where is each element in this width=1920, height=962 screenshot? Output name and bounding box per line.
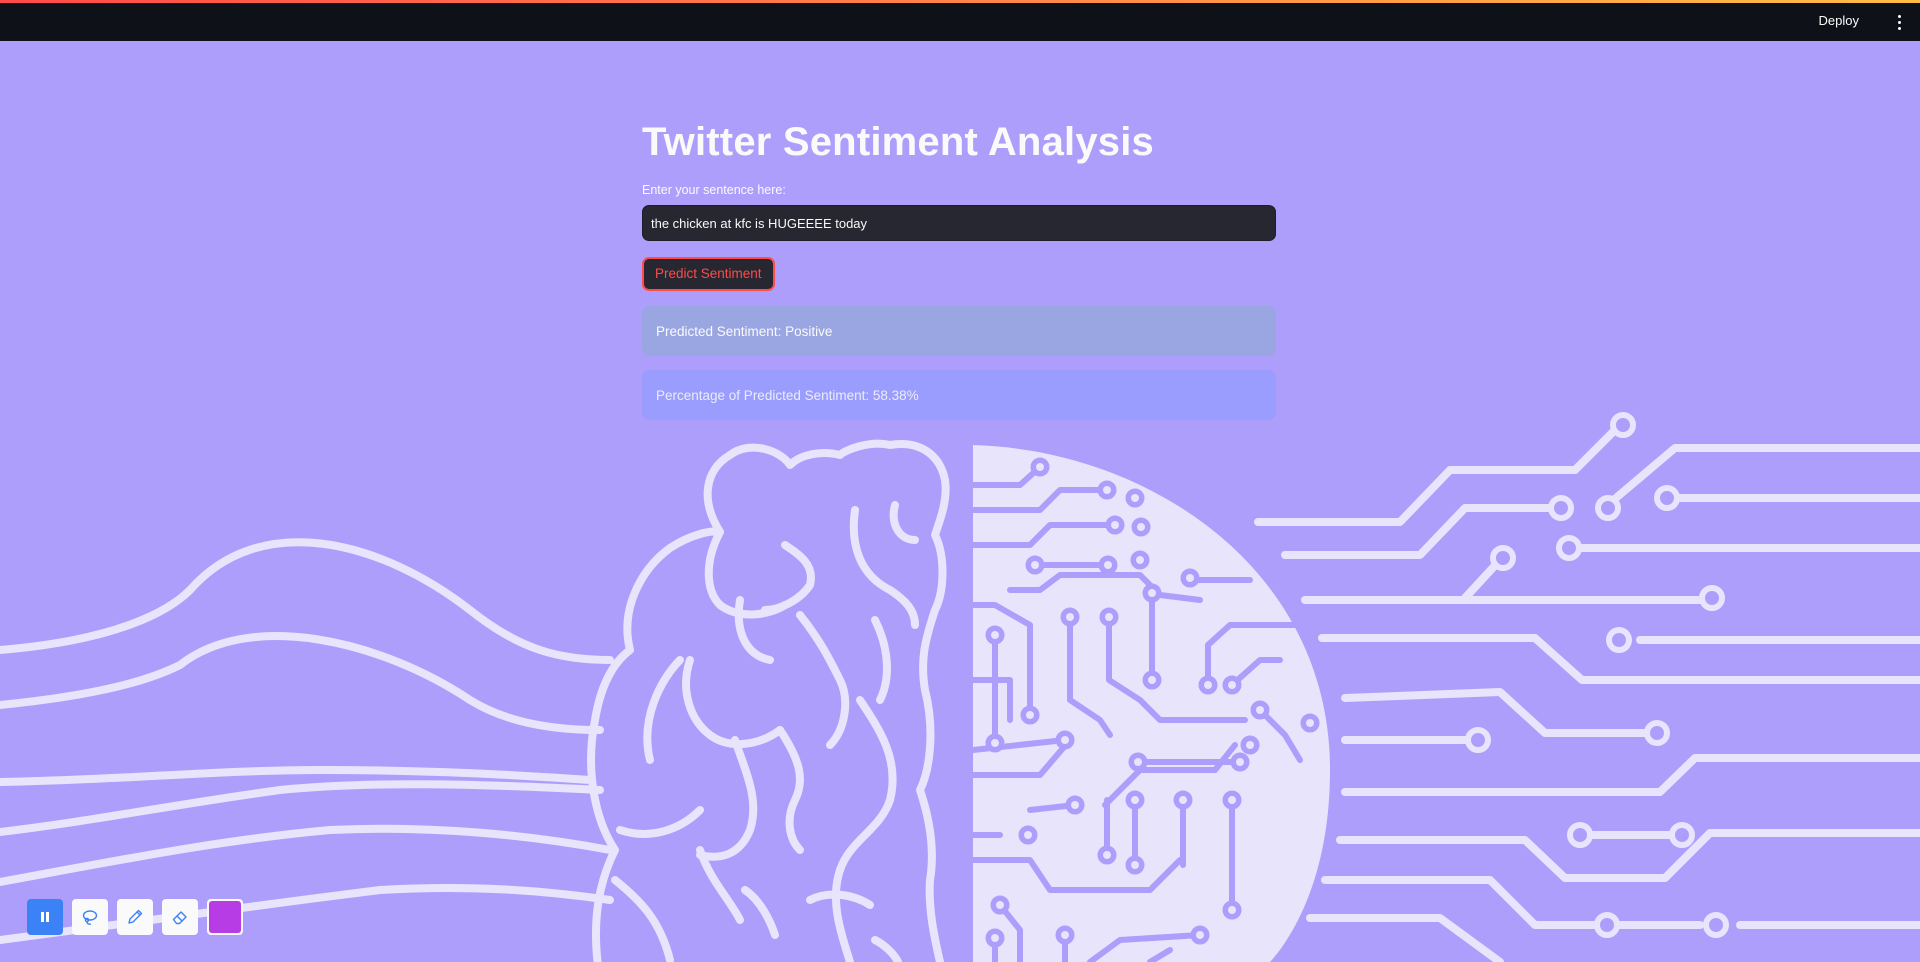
page-title: Twitter Sentiment Analysis — [642, 120, 1154, 164]
color-swatch-fill — [209, 901, 241, 933]
predicted-sentiment-text: Predicted Sentiment: Positive — [656, 323, 833, 339]
predicted-sentiment-alert: Predicted Sentiment: Positive — [642, 306, 1276, 356]
sentiment-percentage-text: Percentage of Predicted Sentiment: 58.38… — [656, 387, 919, 403]
sentiment-percentage-alert: Percentage of Predicted Sentiment: 58.38… — [642, 370, 1276, 420]
main-content: Twitter Sentiment Analysis Enter your se… — [642, 112, 1276, 420]
lasso-icon[interactable] — [72, 899, 108, 935]
eraser-icon[interactable] — [162, 899, 198, 935]
sentence-input[interactable]: the chicken at kfc is HUGEEEE today — [642, 205, 1276, 241]
sentence-input-label: Enter your sentence here: — [642, 183, 786, 197]
drawing-toolbar — [27, 899, 243, 935]
deploy-button[interactable]: Deploy — [1819, 13, 1859, 28]
app-header: Deploy — [0, 3, 1920, 41]
kebab-menu-icon[interactable] — [1892, 11, 1906, 33]
pen-icon[interactable] — [117, 899, 153, 935]
pause-icon[interactable] — [27, 899, 63, 935]
predict-sentiment-button[interactable]: Predict Sentiment — [642, 257, 775, 291]
color-swatch[interactable] — [207, 899, 243, 935]
